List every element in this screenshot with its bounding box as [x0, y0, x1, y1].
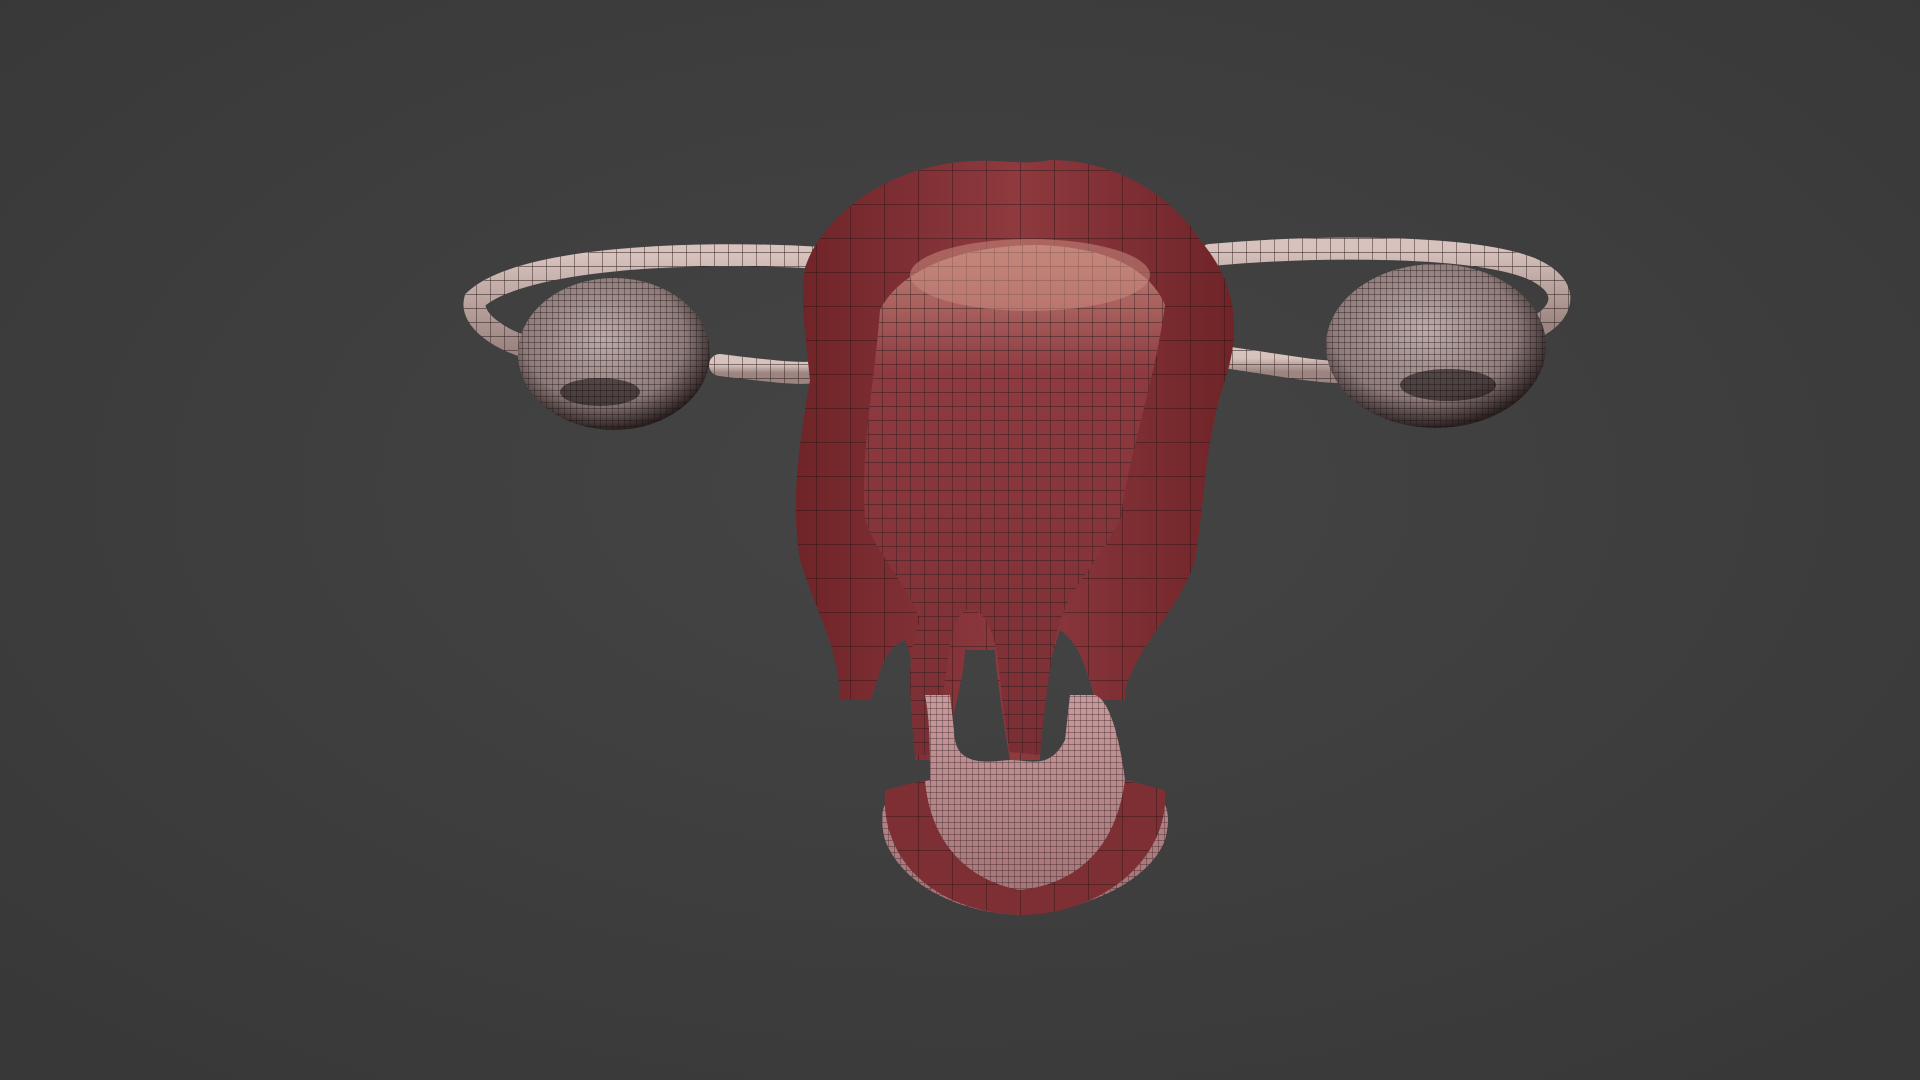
fundus-dome: [910, 239, 1150, 311]
3d-viewport[interactable]: [0, 0, 1920, 1080]
ovary-right: [1326, 264, 1546, 428]
ovary-left: [518, 278, 710, 430]
uterus-model-render: [0, 0, 1920, 1080]
